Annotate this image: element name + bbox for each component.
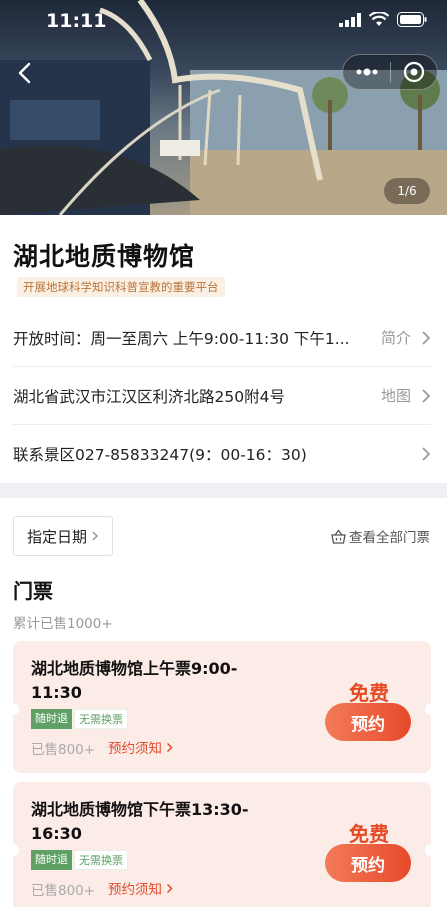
booking-notice-label: 预约须知 [108,741,162,757]
ticket-sold-count: 已售800+ [31,742,96,758]
ticket-name: 湖北地质博物馆上午票9:00-11:30 [31,659,238,702]
ticket-sold-count: 已售800+ [31,883,96,899]
venue-title: 湖北地质博物馆 [13,242,196,271]
ticket-price: 免费 [349,822,389,846]
ticket-card[interactable]: 湖北地质博物馆上午票9:00-11:30 随时退 无需换票 已售800+ 预约须… [7,641,437,773]
total-sold-count: 累计已售1000+ [13,616,113,632]
ticket-name: 湖北地质博物馆下午票13:30-16:30 [31,800,249,843]
view-all-tickets-label: 查看全部门票 [349,530,430,546]
chevron-right-icon [166,883,173,893]
contact-row[interactable]: 联系景区027-85833247(9：00-16：30) [13,425,431,483]
ticket-card[interactable]: 湖北地质博物馆下午票13:30-16:30 随时退 无需换票 已售800+ 预约… [7,782,437,907]
booking-notice-label: 预约须知 [108,882,162,898]
section-divider [0,483,447,498]
refund-anytime-badge: 随时退 [31,850,72,870]
no-exchange-badge: 无需换票 [74,850,128,870]
booking-notice-link[interactable]: 预约须知 [108,737,173,757]
chevron-right-icon [422,388,431,403]
status-bar-time: 11:11 [46,10,107,32]
contact-text: 联系景区027-85833247(9：00-16：30) [13,446,307,464]
wifi-icon [369,12,389,26]
select-date-button[interactable]: 指定日期 [13,516,113,556]
back-button[interactable] [14,60,38,86]
chevron-right-icon [422,447,431,461]
booking-notice-link[interactable]: 预约须知 [108,878,173,898]
opening-hours-text: 开放时间：周一至周六 上午9:00-11:30 下午1... [13,329,350,348]
address-text: 湖北省武汉市江汉区利济北路250附4号 [13,387,285,406]
map-link[interactable]: 地图 [381,385,411,406]
no-exchange-badge: 无需换票 [74,709,128,729]
book-button[interactable]: 预约 [325,703,411,741]
ticket-badges: 随时退 无需换票 [31,709,128,729]
chevron-left-icon [18,62,31,84]
chevron-right-icon [422,330,431,345]
close-mini-program-button[interactable] [391,54,437,90]
more-dots-icon [356,68,377,76]
view-all-tickets-link[interactable]: 查看全部门票 [331,526,430,546]
book-button[interactable]: 预约 [325,844,411,882]
ticket-price: 免费 [349,681,389,705]
tickets-section-title: 门票 [13,579,53,603]
image-page-indicator: 1/6 [384,178,430,204]
intro-link[interactable]: 简介 [381,327,411,348]
address-row[interactable]: 湖北省武汉市江汉区利济北路250附4号 地图 [13,367,431,425]
chevron-right-icon [166,742,173,752]
mini-program-capsule [342,54,438,90]
chevron-right-icon [92,531,99,541]
ticket-badges: 随时退 无需换票 [31,850,128,870]
basket-icon [331,528,346,544]
hero-image[interactable]: 11:11 1/6 [0,0,447,215]
select-date-label: 指定日期 [26,527,87,546]
more-button[interactable] [343,54,390,90]
venue-info-card: 湖北地质博物馆 开展地球科学知识科普宣教的重要平台 开放时间：周一至周六 上午9… [0,215,447,483]
signal-icon [339,12,361,27]
status-bar-icons [339,12,427,27]
battery-icon [397,12,427,27]
target-icon [403,61,425,83]
opening-hours-row[interactable]: 开放时间：周一至周六 上午9:00-11:30 下午1... 简介 [13,309,431,367]
venue-tag: 开展地球科学知识科普宣教的重要平台 [17,277,225,297]
dinosaur-skeleton-photo [0,0,447,215]
refund-anytime-badge: 随时退 [31,709,72,729]
